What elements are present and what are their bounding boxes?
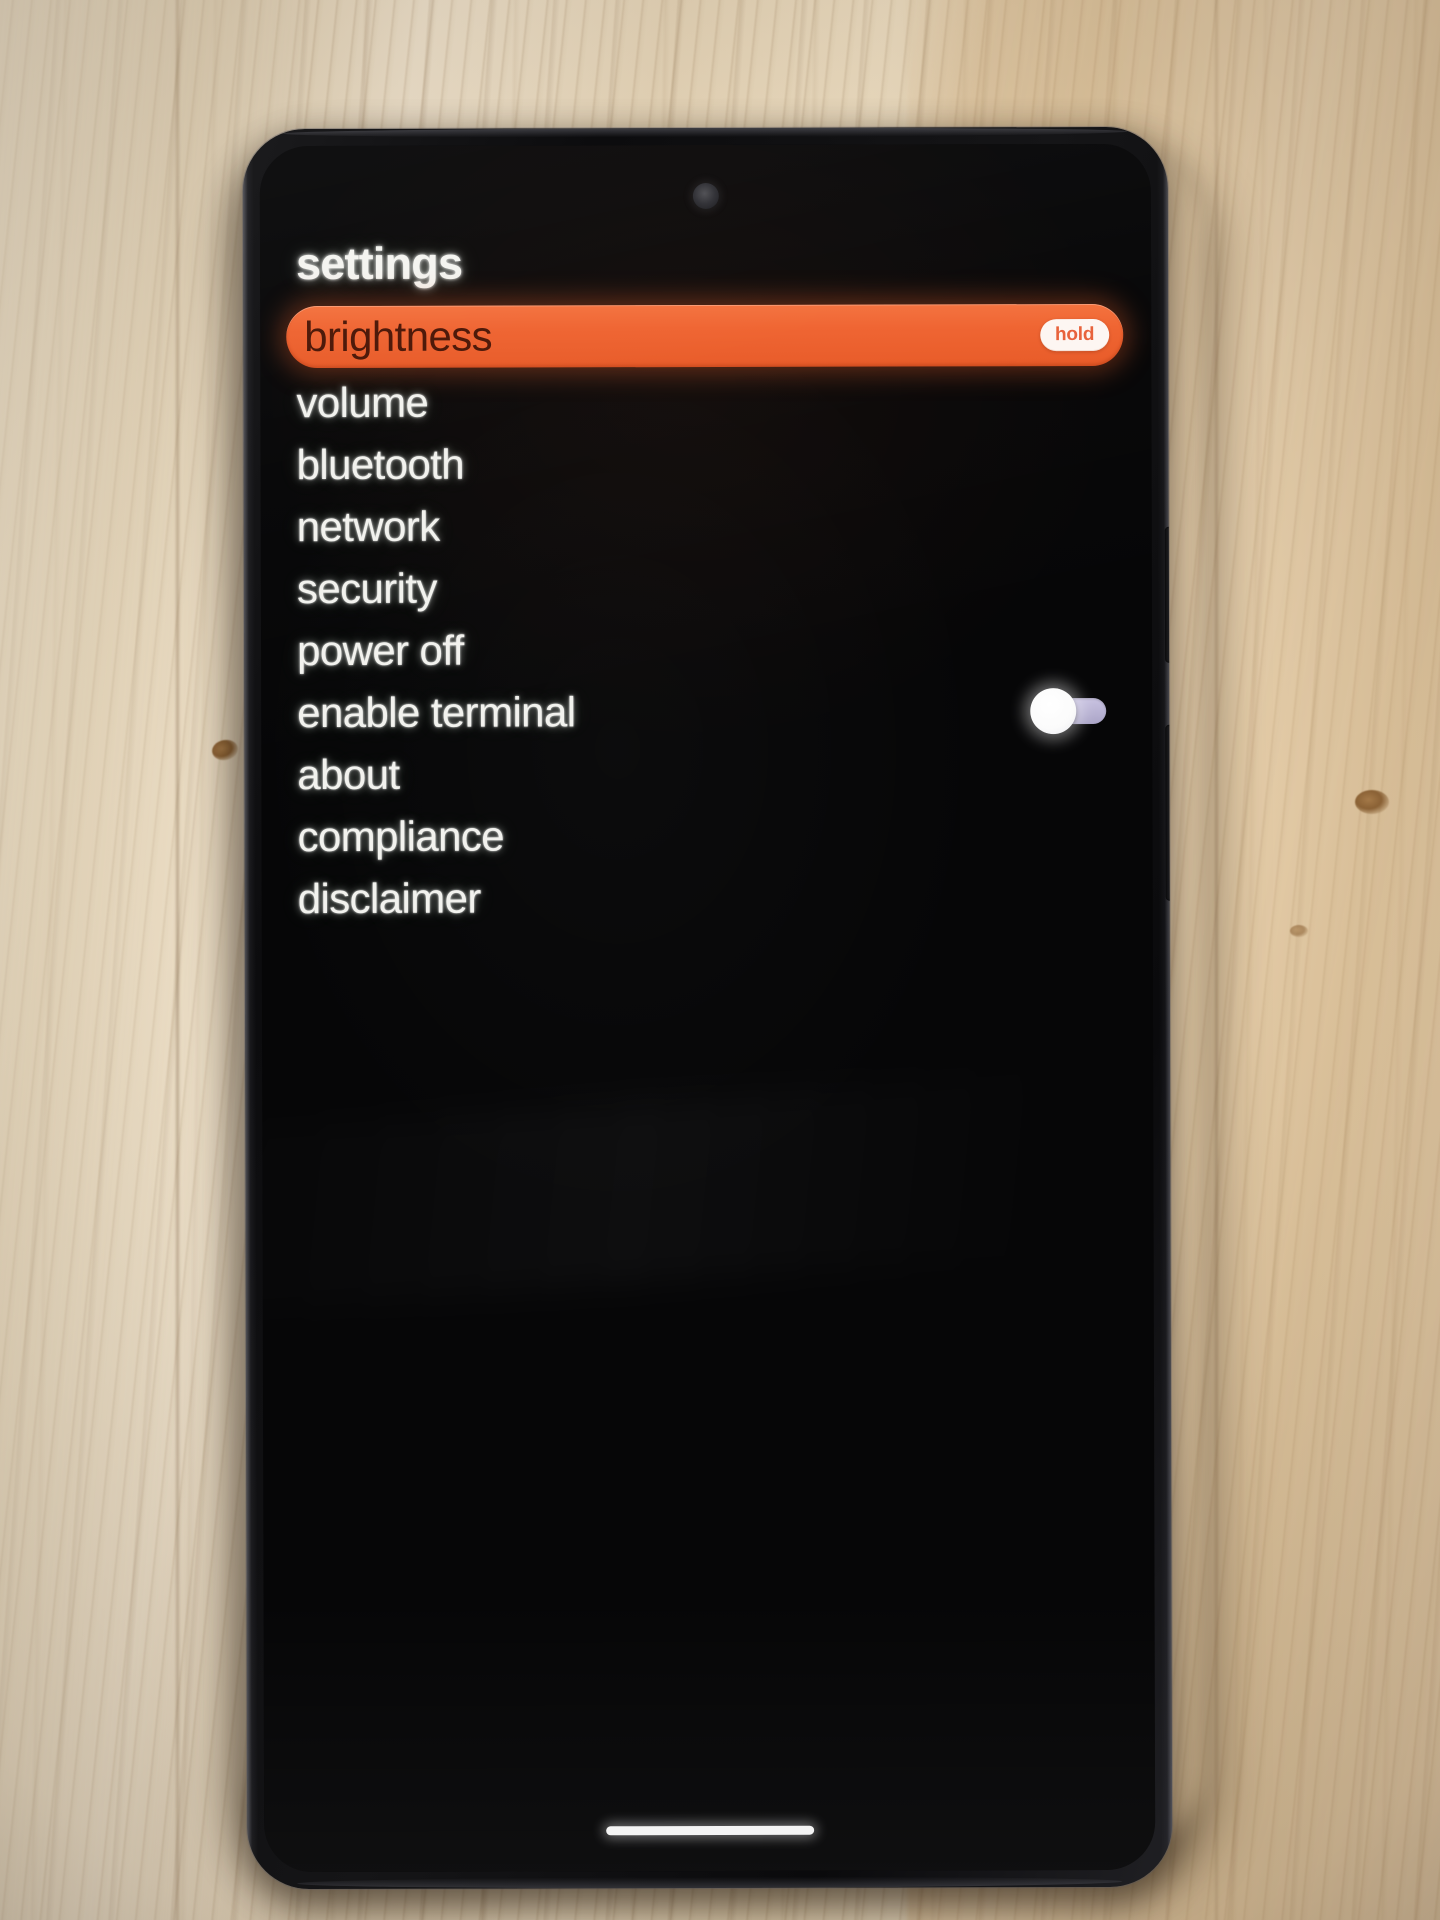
menu-item-label: compliance — [297, 812, 505, 861]
menu-item-label: security — [296, 564, 437, 613]
settings-app: settings brightness hold volume bluetoot… — [260, 144, 1153, 930]
page-title: settings — [295, 237, 463, 290]
smartphone-device: settings brightness hold volume bluetoot… — [242, 126, 1173, 1890]
home-gesture-pill[interactable] — [605, 1825, 814, 1836]
phone-edge-highlight-top — [282, 126, 1128, 139]
menu-item-network[interactable]: network — [287, 494, 1124, 558]
menu-item-label: about — [297, 750, 400, 799]
menu-item-label: volume — [296, 378, 429, 427]
menu-item-brightness[interactable]: brightness hold — [286, 303, 1124, 369]
menu-item-label: network — [296, 502, 440, 551]
menu-item-volume[interactable]: volume — [286, 370, 1123, 434]
enable-terminal-toggle[interactable] — [1030, 687, 1110, 735]
menu-item-label: bluetooth — [296, 440, 465, 489]
photo-scene: settings brightness hold volume bluetoot… — [0, 0, 1440, 1920]
menu-item-enable-terminal[interactable]: enable terminal — [287, 680, 1124, 744]
hold-badge[interactable]: hold — [1039, 318, 1110, 352]
menu-item-label: brightness — [304, 312, 493, 361]
menu-item-disclaimer[interactable]: disclaimer — [288, 866, 1125, 930]
menu-item-label: enable terminal — [297, 688, 576, 737]
menu-item-bluetooth[interactable]: bluetooth — [286, 432, 1123, 496]
phone-screen: settings brightness hold volume bluetoot… — [259, 143, 1156, 1873]
menu-item-about[interactable]: about — [287, 742, 1124, 806]
menu-item-compliance[interactable]: compliance — [287, 804, 1124, 868]
phone-edge-highlight-bottom — [297, 1875, 1123, 1890]
menu-item-power-off[interactable]: power off — [287, 618, 1124, 682]
toggle-knob[interactable] — [1030, 688, 1077, 735]
layout-spacer — [492, 335, 1040, 336]
menu-item-security[interactable]: security — [287, 556, 1124, 620]
menu-item-label: disclaimer — [297, 874, 481, 923]
settings-menu-list: brightness hold volume bluetooth network… — [286, 303, 1125, 930]
screen-glass-streak — [259, 1052, 1156, 1316]
menu-item-label: power off — [297, 626, 464, 675]
